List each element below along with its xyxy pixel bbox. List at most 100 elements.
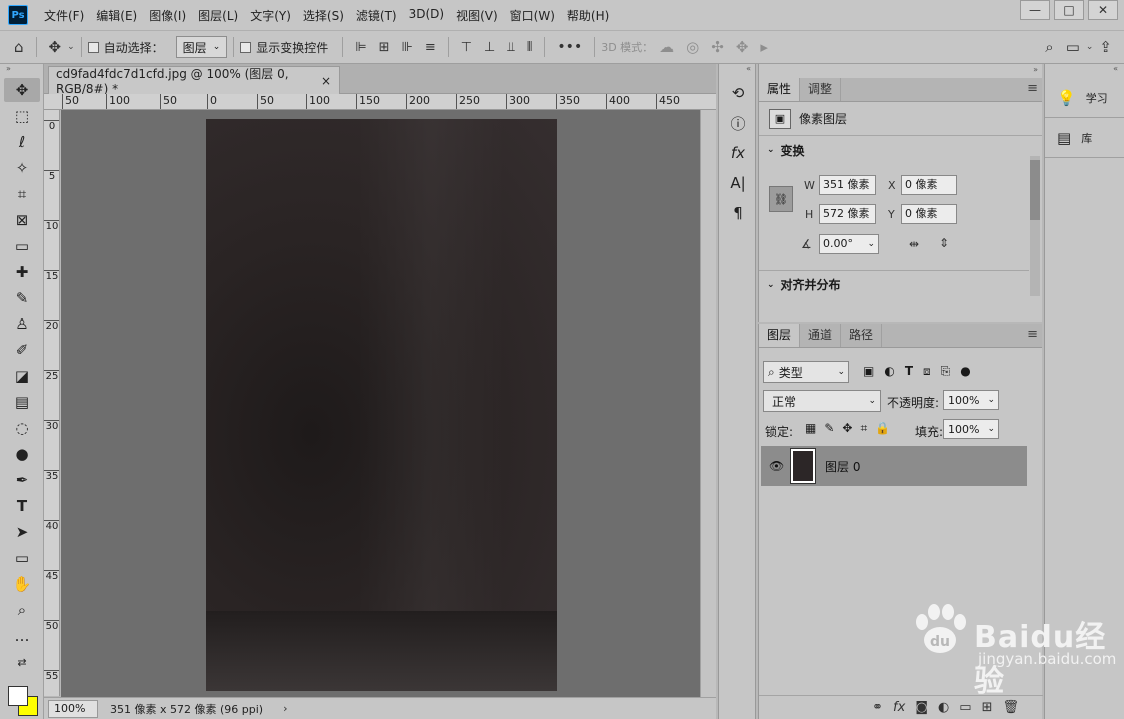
lock-pixels-icon[interactable]: ✎ (824, 421, 834, 436)
home-icon[interactable]: ⌂ (14, 38, 24, 56)
chevron-down-icon[interactable]: ⌄ (1086, 42, 1094, 52)
magic-wand-icon[interactable]: ✧ (4, 156, 40, 180)
auto-select-checkbox[interactable]: 自动选择： (87, 39, 164, 56)
tab-properties[interactable]: 属性 (759, 78, 801, 101)
transform-section-header[interactable]: ⌄ 变换 (759, 136, 1042, 164)
adjustment-layer-icon[interactable]: ◐ (938, 700, 949, 715)
frame-tool-icon[interactable]: ⊠ (4, 208, 40, 232)
align-right-icon[interactable]: ⊪ (401, 40, 412, 55)
align-center-icon[interactable]: ⊞ (379, 40, 390, 55)
collapse-arrows-icon[interactable]: « (719, 64, 755, 78)
gradient-tool-icon[interactable]: ▤ (4, 390, 40, 414)
library-panel-button[interactable]: ▤ 库 (1045, 118, 1124, 158)
swap-colors-icon[interactable]: ⇄ (4, 650, 40, 674)
pixel-filter-icon[interactable]: ▣ (863, 364, 874, 379)
auto-select-dropdown[interactable]: 图层 ⌄ (175, 36, 228, 58)
height-field[interactable]: 572 像素 (819, 204, 876, 224)
menu-type[interactable]: 文字(Y) (244, 7, 297, 24)
history-icon[interactable]: ⟲ (719, 78, 757, 108)
type-filter-icon[interactable]: T (905, 364, 913, 379)
chevron-down-icon[interactable]: ⌄ (67, 42, 75, 52)
align-top-icon[interactable]: ⊤ (461, 40, 472, 55)
history-brush-icon[interactable]: ✐ (4, 338, 40, 362)
tab-adjustments[interactable]: 调整 (800, 78, 842, 101)
menu-file[interactable]: 文件(F) (38, 7, 90, 24)
blur-tool-icon[interactable]: ◌ (4, 416, 40, 440)
paragraph-icon[interactable]: ¶ (719, 198, 757, 228)
lock-transparent-icon[interactable]: ▦ (805, 421, 816, 436)
panel-menu-icon[interactable]: ≡ (1027, 327, 1038, 342)
document-tab[interactable]: cd9fad4fdc7d1cfd.jpg @ 100% (图层 0, RGB/8… (48, 66, 340, 96)
tab-paths[interactable]: 路径 (841, 324, 883, 347)
share-icon[interactable]: ⇪ (1099, 38, 1112, 56)
link-layers-icon[interactable]: ⚭ (872, 700, 883, 715)
info-icon[interactable]: ⓘ (719, 108, 757, 138)
status-menu-arrow[interactable]: › (283, 702, 287, 715)
move-tool-icon[interactable]: ✥ (4, 78, 40, 102)
character-icon[interactable]: A| (719, 168, 757, 198)
distribute-vertical-icon[interactable]: ⦀ (527, 40, 533, 55)
align-bottom-icon[interactable]: ⫫ (507, 40, 514, 55)
flip-horizontal-icon[interactable]: ⇹ (909, 237, 919, 251)
show-transform-checkbox[interactable]: 显示变换控件 (240, 39, 328, 56)
adjustment-filter-icon[interactable]: ◐ (884, 364, 894, 379)
marquee-tool-icon[interactable]: ⬚ (4, 104, 40, 128)
menu-select[interactable]: 选择(S) (297, 7, 350, 24)
more-options-icon[interactable]: ••• (557, 39, 582, 55)
properties-scrollbar[interactable] (1030, 156, 1040, 296)
3d-pan-icon[interactable]: ✣ (711, 38, 724, 56)
angle-field[interactable]: 0.00° ⌄ (819, 234, 879, 254)
link-dimensions-icon[interactable]: ⛓ (769, 186, 793, 212)
smart-object-filter-icon[interactable]: ⎘ (941, 364, 951, 379)
hand-tool-icon[interactable]: ✋ (4, 572, 40, 596)
menu-help[interactable]: 帮助(H) (561, 7, 615, 24)
move-tool-icon[interactable]: ✥ (49, 38, 62, 56)
foreground-color-swatch[interactable] (8, 686, 28, 706)
shape-filter-icon[interactable]: ⧈ (923, 364, 931, 379)
layer-name[interactable]: 图层 0 (825, 458, 860, 475)
pen-tool-icon[interactable]: ✒ (4, 468, 40, 492)
fill-field[interactable]: 100% ⌄ (943, 419, 999, 439)
layer-row[interactable]: 👁 图层 0 (761, 446, 1027, 486)
align-section-header[interactable]: ⌄ 对齐并分布 (759, 270, 1029, 298)
styles-fx-icon[interactable]: fx (719, 138, 757, 168)
document-image[interactable] (206, 119, 557, 691)
close-window-button[interactable]: ✕ (1088, 0, 1118, 20)
tab-channels[interactable]: 通道 (800, 324, 842, 347)
brush-tool-icon[interactable]: ✎ (4, 286, 40, 310)
3d-orbit-icon[interactable]: ☁ (659, 38, 674, 56)
ruler-tool-icon[interactable]: ▭ (4, 234, 40, 258)
canvas-scrollbar[interactable] (700, 110, 716, 697)
rectangle-tool-icon[interactable]: ▭ (4, 546, 40, 570)
blend-mode-dropdown[interactable]: 正常 ⌄ (763, 390, 881, 412)
healing-brush-icon[interactable]: ✚ (4, 260, 40, 284)
add-mask-icon[interactable]: ◙ (915, 700, 928, 715)
lock-all-icon[interactable]: 🔒 (875, 421, 890, 436)
menu-layer[interactable]: 图层(L) (192, 7, 244, 24)
collapse-arrows-icon[interactable]: » (1033, 65, 1038, 74)
menu-edit[interactable]: 编辑(E) (90, 7, 143, 24)
fx-icon[interactable]: fx (893, 700, 905, 715)
menu-view[interactable]: 视图(V) (450, 7, 504, 24)
lock-position-icon[interactable]: ✥ (842, 421, 852, 436)
crop-tool-icon[interactable]: ⌗ (4, 182, 40, 206)
type-tool-icon[interactable]: T (4, 494, 40, 518)
x-field[interactable]: 0 像素 (901, 175, 957, 195)
zoom-field[interactable]: 100% (48, 699, 98, 718)
menu-filter[interactable]: 滤镜(T) (350, 7, 403, 24)
3d-slide-icon[interactable]: ✥ (736, 38, 749, 56)
close-icon[interactable]: × (321, 74, 331, 88)
minimize-button[interactable]: — (1020, 0, 1050, 20)
menu-image[interactable]: 图像(I) (143, 7, 192, 24)
tab-layers[interactable]: 图层 (759, 324, 801, 347)
lock-artboard-icon[interactable]: ⌗ (860, 421, 867, 436)
learn-panel-button[interactable]: 💡 学习 (1045, 78, 1124, 118)
distribute-icon[interactable]: ≡ (425, 40, 436, 55)
collapse-arrows-icon[interactable]: » (0, 64, 43, 76)
delete-layer-icon[interactable]: 🗑 (1002, 700, 1019, 715)
eraser-tool-icon[interactable]: ◪ (4, 364, 40, 388)
workspace-icon[interactable]: ▭ (1066, 38, 1080, 56)
panel-menu-icon[interactable]: ≡ (1027, 81, 1038, 96)
width-field[interactable]: 351 像素 (819, 175, 876, 195)
zoom-tool-icon[interactable]: ⌕ (4, 598, 40, 622)
